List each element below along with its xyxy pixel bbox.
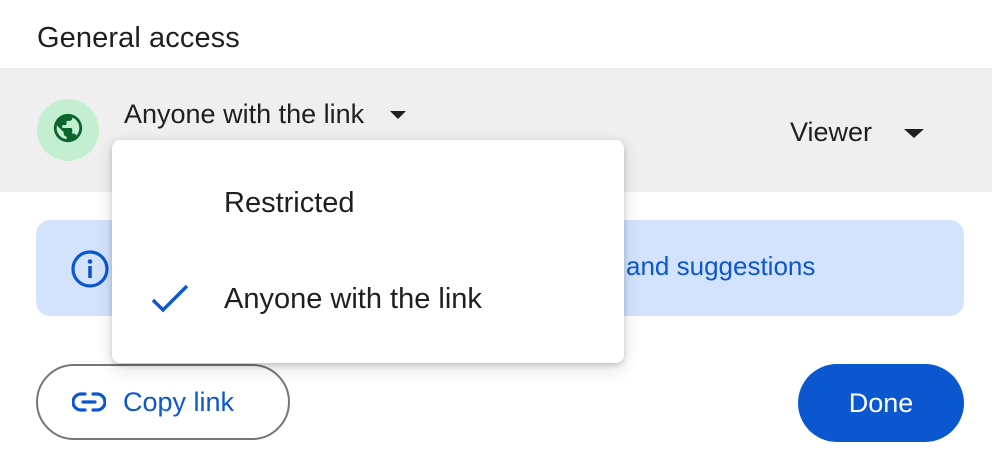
menu-item-restricted[interactable]: Restricted: [112, 155, 624, 251]
globe-icon-badge: [37, 99, 99, 161]
role-dropdown[interactable]: Viewer: [790, 112, 925, 152]
done-label: Done: [848, 387, 914, 418]
role-label: Viewer: [790, 116, 873, 147]
copy-link-label: Copy link: [123, 386, 235, 417]
done-button[interactable]: Done: [798, 364, 964, 442]
menu-item-label: Restricted: [224, 186, 355, 219]
general-access-panel: General access Anyone with the link View…: [0, 0, 992, 476]
chevron-down-icon: [904, 128, 925, 138]
access-level-label: Anyone with the link: [124, 98, 365, 129]
globe-icon: [51, 111, 85, 150]
menu-item-anyone-with-link[interactable]: Anyone with the link: [112, 251, 624, 347]
access-level-menu: Restricted Anyone with the link: [112, 140, 624, 363]
link-icon: [71, 390, 107, 419]
menu-item-label: Anyone with the link: [224, 282, 482, 315]
section-title: General access: [37, 22, 240, 54]
chevron-down-icon: [390, 111, 407, 119]
info-banner-link[interactable]: and suggestions: [626, 251, 815, 282]
access-level-dropdown[interactable]: Anyone with the link: [124, 94, 407, 134]
info-icon: [70, 249, 110, 294]
check-icon: [150, 283, 190, 320]
copy-link-button[interactable]: Copy link: [36, 364, 290, 440]
